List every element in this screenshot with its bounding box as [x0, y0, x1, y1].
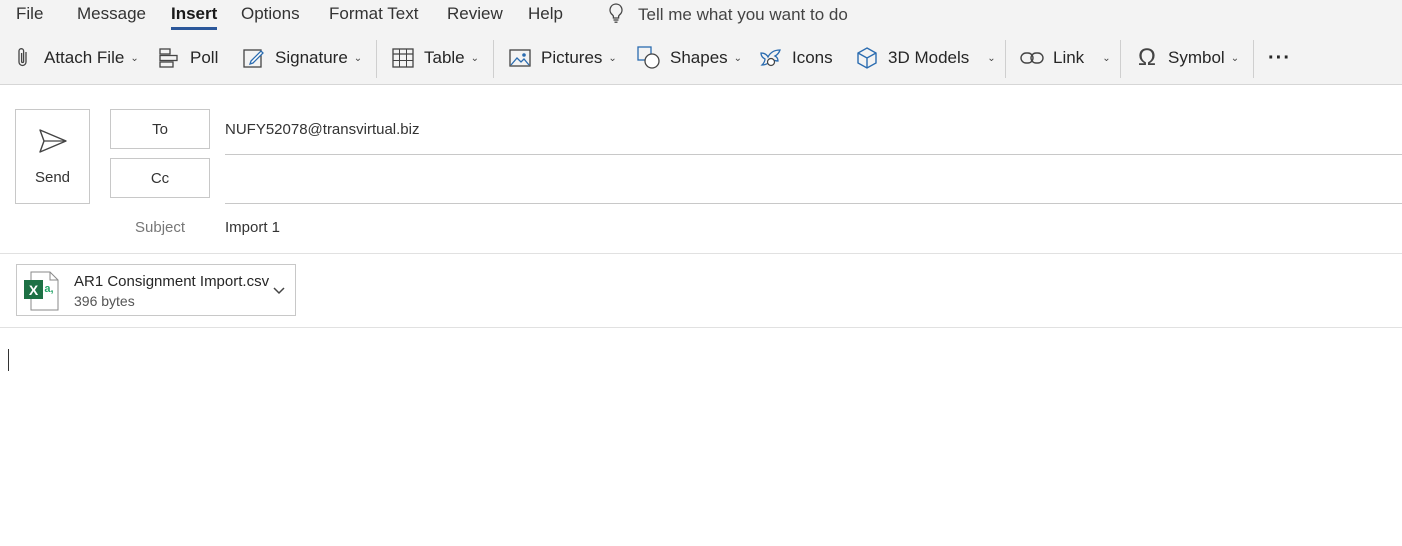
- chevron-down-icon: ⌄: [130, 52, 139, 64]
- paperclip-icon: [10, 45, 36, 71]
- signature-button[interactable]: Signature ⌄: [241, 38, 362, 78]
- signature-pen-icon: [241, 45, 267, 71]
- svg-text:X: X: [29, 282, 39, 298]
- to-recipient: NUFY52078@transvirtual.biz: [225, 121, 420, 138]
- tell-me-search[interactable]: Tell me what you want to do: [606, 2, 848, 29]
- attach-file-button[interactable]: Attach File ⌄: [10, 38, 139, 78]
- chevron-down-icon: ⌄: [733, 52, 743, 64]
- chevron-down-icon: ⌄: [353, 52, 363, 64]
- cc-button[interactable]: Cc: [110, 158, 210, 198]
- attachment-card[interactable]: Xa, AR1 Consignment Import.csv 396 bytes: [16, 264, 296, 316]
- link-icon: [1019, 45, 1045, 71]
- shapes-button[interactable]: Shapes ⌄: [636, 38, 742, 78]
- link-button[interactable]: Link ⌄: [1019, 38, 1111, 78]
- chevron-down-icon: ⌄: [1102, 52, 1111, 64]
- toolbar-divider: [493, 40, 494, 78]
- toolbar-divider: [1120, 40, 1121, 78]
- send-button[interactable]: Send: [15, 109, 90, 204]
- omega-icon: Ω: [1138, 44, 1156, 71]
- cc-field[interactable]: [225, 158, 1402, 204]
- attachment-size: 396 bytes: [74, 293, 135, 309]
- attachment-divider: [0, 327, 1402, 328]
- signature-label: Signature: [275, 48, 348, 67]
- poll-label: Poll: [190, 48, 219, 67]
- tab-format-text[interactable]: Format Text: [329, 4, 418, 24]
- tab-help[interactable]: Help: [528, 4, 563, 24]
- shapes-label: Shapes: [670, 48, 728, 67]
- insert-toolbar: Attach File ⌄ Poll Signature ⌄ Table ⌄ P…: [0, 38, 1402, 78]
- tab-message[interactable]: Message: [77, 4, 146, 24]
- subject-label: Subject: [135, 219, 186, 236]
- symbol-label: Symbol: [1168, 48, 1225, 67]
- tab-insert[interactable]: Insert: [171, 4, 218, 30]
- to-button[interactable]: To: [110, 109, 210, 149]
- menu-bar: File Message Insert Options Format Text …: [0, 0, 1402, 30]
- more-options-button[interactable]: ···: [1268, 38, 1291, 78]
- poll-icon: [156, 45, 182, 71]
- icons-button[interactable]: Icons: [758, 38, 833, 78]
- picture-icon: [507, 45, 533, 71]
- send-icon: [38, 128, 68, 159]
- subject-input[interactable]: Import 1: [225, 219, 280, 236]
- icons-label: Icons: [792, 48, 833, 67]
- send-label: Send: [34, 168, 71, 186]
- subject-divider: [0, 253, 1402, 254]
- table-label: Table: [424, 48, 465, 67]
- chevron-down-icon: ⌄: [608, 52, 617, 64]
- bird-icon: [758, 45, 784, 71]
- 3d-models-label: 3D Models: [888, 48, 970, 67]
- attach-file-label: Attach File: [44, 48, 125, 67]
- toolbar-divider: [376, 40, 377, 78]
- pictures-label: Pictures: [541, 48, 603, 67]
- ribbon: File Message Insert Options Format Text …: [0, 0, 1402, 85]
- toolbar-divider: [1005, 40, 1006, 78]
- svg-text:a,: a,: [44, 283, 53, 295]
- shapes-icon: [636, 45, 662, 71]
- tell-me-text: Tell me what you want to do: [638, 5, 848, 24]
- poll-button[interactable]: Poll: [156, 38, 218, 78]
- table-button[interactable]: Table ⌄: [390, 38, 479, 78]
- excel-csv-icon: Xa,: [23, 271, 59, 311]
- chevron-down-icon[interactable]: [271, 282, 287, 298]
- tab-file[interactable]: File: [16, 4, 43, 24]
- body-text-cursor[interactable]: [8, 349, 9, 371]
- chevron-down-icon: ⌄: [987, 52, 996, 64]
- attachment-name: AR1 Consignment Import.csv: [74, 273, 270, 290]
- to-field[interactable]: NUFY52078@transvirtual.biz: [225, 109, 1402, 155]
- symbol-button[interactable]: Ω Symbol ⌄: [1134, 38, 1239, 78]
- link-label: Link: [1053, 48, 1085, 67]
- tab-options[interactable]: Options: [241, 4, 300, 24]
- chevron-down-icon: ⌄: [1230, 52, 1240, 64]
- lightbulb-icon: [606, 2, 626, 29]
- toolbar-divider: [1253, 40, 1254, 78]
- pictures-button[interactable]: Pictures ⌄: [507, 38, 617, 78]
- table-icon: [390, 45, 416, 71]
- chevron-down-icon: ⌄: [470, 52, 480, 64]
- tab-review[interactable]: Review: [447, 4, 503, 24]
- cube-icon: [854, 45, 880, 71]
- 3d-models-button[interactable]: 3D Models ⌄: [854, 38, 996, 78]
